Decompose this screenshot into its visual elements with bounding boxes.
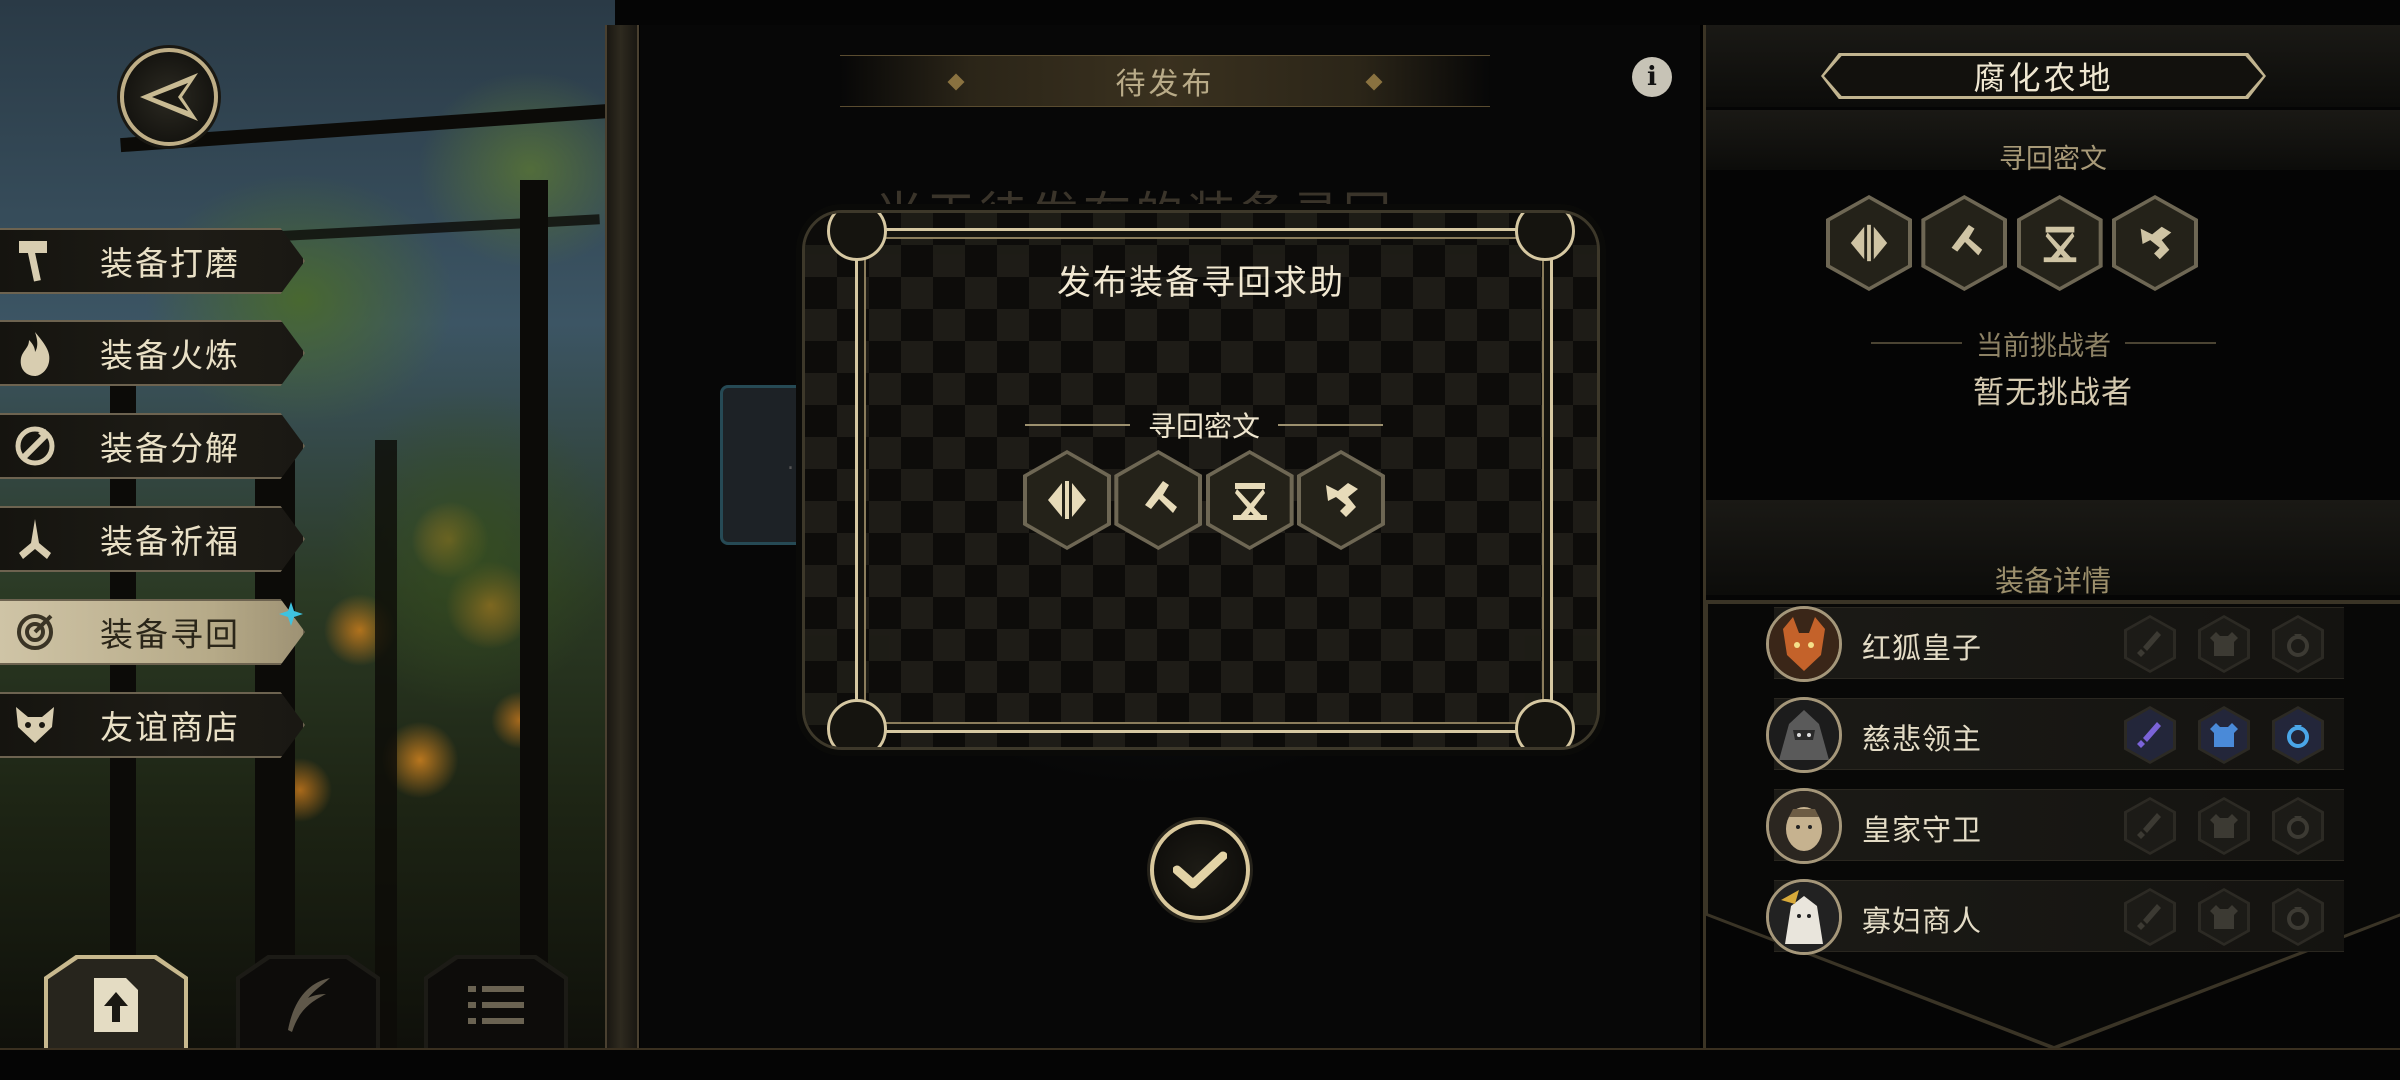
menu-item-retrieve[interactable]: 装备寻回 — [0, 599, 305, 665]
armor-slot-icon[interactable] — [2198, 615, 2250, 673]
rune-2-icon — [1114, 450, 1203, 550]
praying-hands-icon — [0, 506, 70, 572]
dialog-title: 发布装备寻回求助 — [1057, 263, 1345, 303]
weapon-slot-icon[interactable] — [2124, 797, 2176, 855]
challenger-value: 暂无挑战者 — [1973, 375, 2133, 411]
menu-item-label: 装备分解 — [100, 429, 240, 468]
hero-name: 红狐皇子 — [1862, 631, 1983, 665]
avatar — [1766, 788, 1842, 864]
divider-pillar — [605, 25, 639, 1050]
fox-icon — [0, 692, 70, 758]
menu-item-friend-shop[interactable]: 友谊商店 — [0, 692, 305, 758]
back-arrow-icon — [140, 73, 198, 121]
menu-item-polish[interactable]: 装备打磨 — [0, 228, 305, 294]
menu-item-label: 装备祈福 — [100, 522, 240, 561]
ring-slot-icon[interactable] — [2272, 706, 2324, 764]
rune-3-icon — [2016, 195, 2103, 291]
pending-title-bar: 待发布 — [840, 55, 1490, 107]
hero-row[interactable]: 红狐皇子 — [1766, 606, 2344, 682]
page-title: 待发布 — [1115, 67, 1215, 102]
list-icon — [468, 986, 524, 1024]
hero-name: 寡妇商人 — [1862, 904, 1983, 938]
hammer-icon — [0, 228, 70, 294]
avatar — [1766, 697, 1842, 773]
ring-slot-icon[interactable] — [2272, 888, 2324, 946]
weapon-slot-icon[interactable] — [2124, 615, 2176, 673]
avatar — [1766, 606, 1842, 682]
equipment-label: 装备详情 — [1994, 564, 2111, 598]
menu-item-disassemble[interactable]: 装备分解 — [0, 413, 305, 479]
cipher-label: 寻回密文 — [1999, 144, 2107, 175]
menu-item-label: 装备寻回 — [100, 615, 240, 654]
hero-name: 慈悲领主 — [1862, 722, 1983, 756]
cipher-runes — [1826, 195, 2198, 293]
tab-list[interactable] — [424, 955, 568, 1055]
notification-dot-icon — [279, 602, 303, 626]
hero-row[interactable]: 寡妇商人 — [1766, 879, 2344, 955]
upload-document-icon — [94, 978, 138, 1032]
rune-4-icon — [2111, 195, 2198, 291]
rune-1-icon — [1023, 450, 1111, 550]
bottom-bar — [0, 1048, 2400, 1080]
weapon-slot-icon[interactable] — [2124, 706, 2176, 764]
flame-icon — [0, 320, 70, 386]
armor-slot-icon[interactable] — [2198, 888, 2250, 946]
menu-item-bless[interactable]: 装备祈福 — [0, 506, 305, 572]
menu-item-label: 装备火炼 — [100, 336, 240, 375]
rune-1-icon — [1826, 195, 1912, 291]
disassemble-icon — [0, 413, 70, 479]
challenger-label-row: 当前挑战者 — [1871, 325, 2216, 362]
cipher-label: 寻回密文 — [1148, 410, 1261, 443]
avatar — [1766, 879, 1842, 955]
back-button[interactable] — [120, 48, 218, 146]
hero-name: 皇家守卫 — [1862, 813, 1983, 847]
publish-dialog: 发布装备寻回求助 寻回密文 — [802, 210, 1600, 750]
armor-slot-icon[interactable] — [2198, 706, 2250, 764]
region-banner[interactable]: 腐化农地 — [1821, 53, 2266, 99]
tab-records[interactable] — [236, 955, 380, 1055]
armor-slot-icon[interactable] — [2198, 797, 2250, 855]
cipher-runes — [1023, 450, 1385, 550]
menu-item-label: 装备打磨 — [100, 244, 240, 283]
rune-2-icon — [1921, 195, 2008, 291]
challenger-label: 当前挑战者 — [1976, 330, 2111, 362]
background-card: ... — [720, 385, 810, 545]
ring-slot-icon[interactable] — [2272, 797, 2324, 855]
hero-row[interactable]: 慈悲领主 — [1766, 697, 2344, 773]
region-name: 腐化农地 — [1973, 59, 2114, 97]
menu-item-label: 友谊商店 — [100, 708, 240, 747]
tab-publish[interactable] — [44, 955, 188, 1055]
checkmark-icon — [1173, 851, 1227, 889]
hero-row[interactable]: 皇家守卫 — [1766, 788, 2344, 864]
rune-4-icon — [1296, 450, 1385, 550]
ring-slot-icon[interactable] — [2272, 615, 2324, 673]
confirm-button[interactable] — [1150, 820, 1250, 920]
right-panel: 腐化农地 寻回密文 当前挑战者 暂无挑战者 装备详情 红狐皇子 慈悲领主 皇家守… — [1703, 25, 2400, 1050]
target-icon — [0, 599, 70, 665]
cipher-label-row: 寻回密文 — [1025, 405, 1384, 445]
rune-3-icon — [1205, 450, 1294, 550]
weapon-slot-icon[interactable] — [2124, 888, 2176, 946]
feather-icon — [288, 978, 330, 1032]
menu-item-forge[interactable]: 装备火炼 — [0, 320, 305, 386]
info-icon[interactable]: i — [1632, 57, 1672, 97]
